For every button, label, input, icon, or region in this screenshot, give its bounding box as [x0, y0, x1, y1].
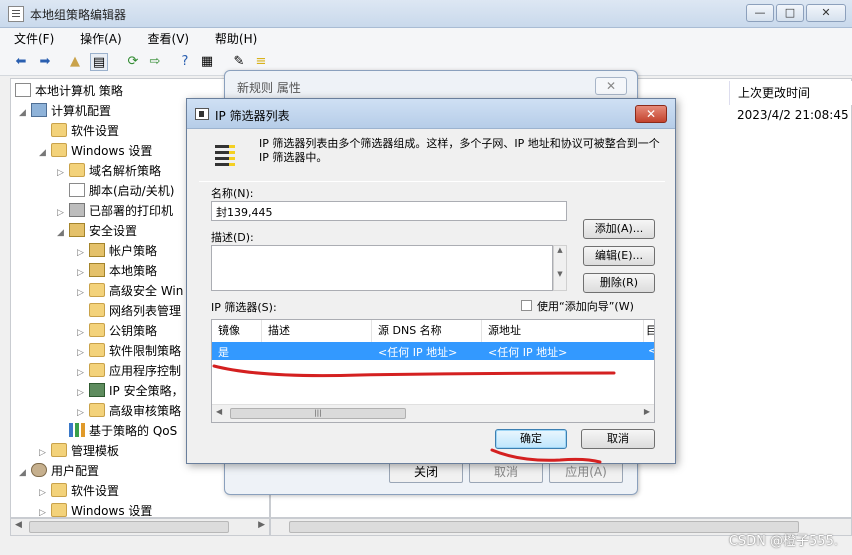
red-underline-annotations	[212, 364, 616, 464]
watermark: CSDN @橙子555.	[728, 534, 838, 549]
